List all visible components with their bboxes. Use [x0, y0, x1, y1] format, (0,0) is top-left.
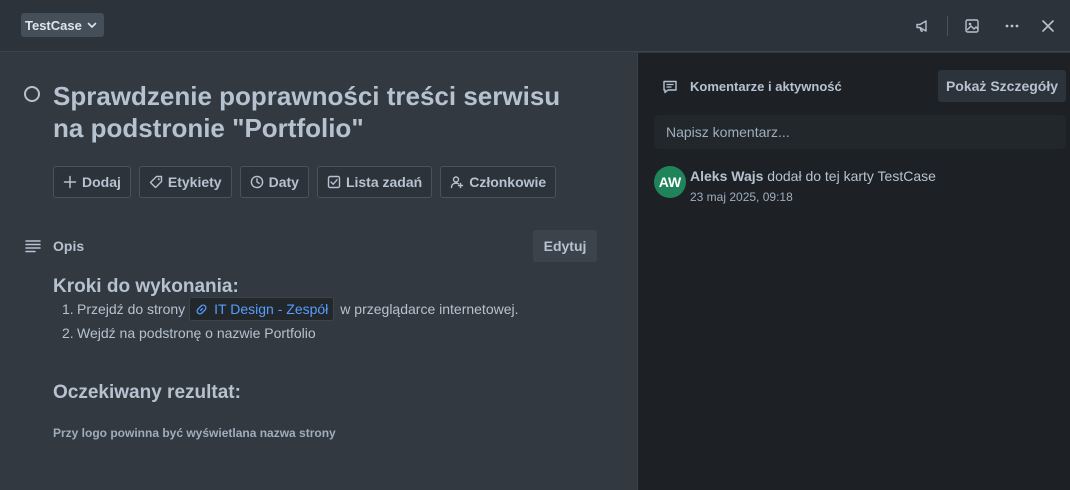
steps-list: 1. Przejdź do strony IT Design - Zespół …: [62, 297, 519, 345]
more-icon: [1005, 24, 1019, 28]
add-label: Dodaj: [82, 174, 121, 190]
show-details-button[interactable]: Pokaż Szczegóły: [938, 70, 1066, 102]
activity-text: dodał do tej karty TestCase: [767, 168, 936, 184]
dates-label: Daty: [268, 174, 299, 190]
list-item: 1. Przejdź do strony IT Design - Zespół …: [62, 297, 519, 321]
list-selector[interactable]: TestCase: [21, 13, 104, 37]
card-actions: Dodaj Etykiety Daty Lista zadań Członkow…: [53, 166, 557, 198]
image-icon: [965, 19, 979, 33]
activity-title: Komentarze i aktywność: [690, 79, 842, 94]
divider: [947, 16, 948, 36]
description-icon: [25, 240, 41, 253]
add-button[interactable]: Dodaj: [53, 166, 131, 198]
plus-icon: [63, 175, 77, 189]
activity-timestamp[interactable]: 23 maj 2025, 09:18: [690, 190, 793, 204]
step-number: 2.: [62, 325, 74, 341]
step-text: Wejdź na podstronę o nazwie Portfolio: [77, 325, 316, 341]
megaphone-button[interactable]: [905, 8, 941, 44]
checklist-label: Lista zadań: [345, 174, 423, 190]
step-text-after: w przeglądarce internetowej.: [340, 301, 519, 317]
card-title[interactable]: Sprawdzenie poprawności treści serwisu n…: [53, 80, 593, 144]
activity-entry: Aleks Wajs dodał do tej karty TestCase: [690, 168, 936, 184]
smart-link[interactable]: IT Design - Zespół: [189, 297, 335, 321]
members-label: Członkowie: [469, 174, 547, 190]
megaphone-icon: [916, 20, 927, 32]
members-button[interactable]: Członkowie: [440, 166, 557, 198]
more-button[interactable]: [994, 8, 1030, 44]
labels-label: Etykiety: [167, 174, 222, 190]
result-text: Przy logo powinna być wyświetlana nazwa …: [53, 426, 336, 440]
steps-heading: Kroki do wykonania:: [53, 276, 239, 297]
cover-image-button[interactable]: [954, 8, 990, 44]
activity-user[interactable]: Aleks Wajs: [690, 168, 763, 184]
dates-button[interactable]: Daty: [239, 166, 309, 198]
labels-button[interactable]: Etykiety: [138, 166, 232, 198]
list-item: 2. Wejdź na podstronę o nazwie Portfolio: [62, 321, 519, 345]
user-add-icon: [451, 176, 464, 189]
avatar[interactable]: AW: [654, 166, 686, 198]
close-button[interactable]: [1030, 8, 1066, 44]
comment-input[interactable]: Napisz komentarz...: [654, 115, 1066, 149]
description-heading: Opis: [53, 238, 85, 254]
tag-icon: [149, 175, 163, 189]
checklist-button[interactable]: Lista zadań: [316, 166, 433, 198]
result-heading: Oczekiwany rezultat:: [53, 382, 241, 403]
comment-icon: [663, 80, 677, 94]
link-icon: [196, 303, 207, 315]
card-header: TestCase: [0, 0, 1070, 52]
link-text: IT Design - Zespół: [214, 301, 329, 317]
chevron-down-icon: [87, 22, 97, 29]
list-name: TestCase: [25, 17, 82, 33]
close-icon: [1042, 20, 1054, 32]
step-number: 1.: [62, 301, 74, 317]
checklist-icon: [327, 175, 341, 189]
step-text: Przejdź do strony: [77, 301, 186, 317]
complete-toggle[interactable]: [24, 86, 40, 102]
clock-icon: [250, 175, 263, 189]
edit-description-button[interactable]: Edytuj: [533, 230, 597, 262]
